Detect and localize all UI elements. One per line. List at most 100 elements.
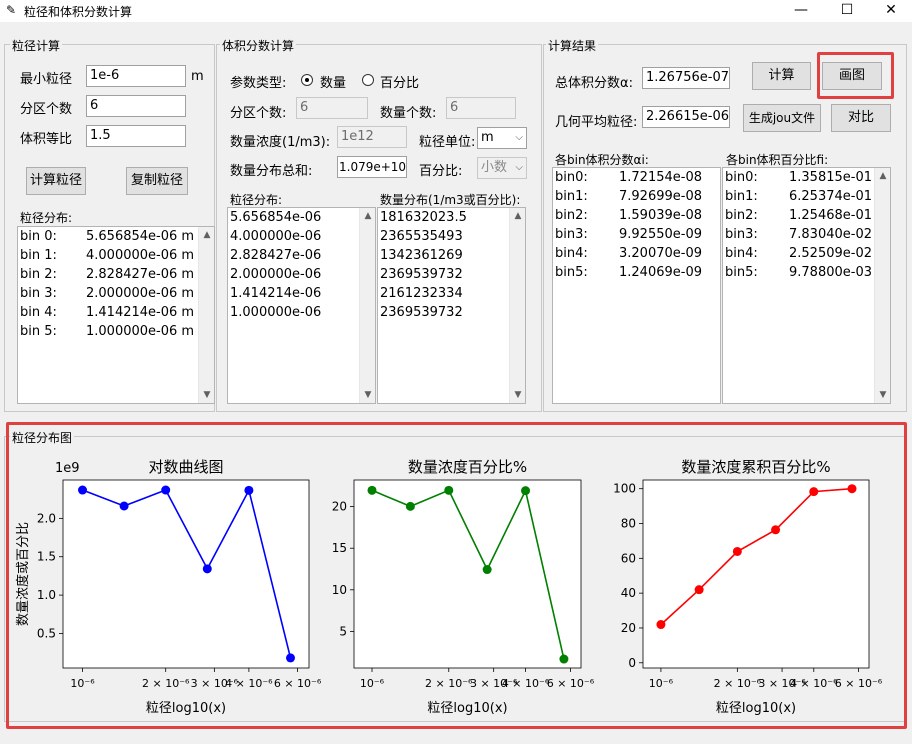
data-point — [244, 485, 254, 495]
bin-label: bin 3: — [20, 286, 57, 301]
maximize-button[interactable]: ☐ — [824, 0, 870, 22]
calc-size-button[interactable]: 计算粒径 — [26, 167, 86, 195]
y-tick-label: 2.0 — [37, 511, 56, 525]
list-item[interactable]: 1.000000e-06 — [228, 303, 375, 322]
bin-value: 2.828427e-06 — [230, 248, 322, 263]
generate-jou-button[interactable]: 生成jou文件 — [743, 104, 821, 132]
list-item[interactable]: 2.000000e-06 — [228, 265, 375, 284]
concentration-label: 数量浓度(1/m3): — [230, 135, 331, 150]
total-fraction-input[interactable]: 1.26756e-07 — [642, 67, 730, 89]
list-item[interactable]: 4.000000e-06 — [228, 227, 375, 246]
list-item[interactable]: bin1: 6.25374e-01 — [723, 187, 890, 206]
list-item[interactable]: bin4: 2.52509e-02 — [723, 244, 890, 263]
scroll-up-icon[interactable]: ▲ — [510, 208, 525, 224]
list-item[interactable]: 2161232334 — [378, 284, 525, 303]
partition-count-label: 分区个数 — [20, 102, 73, 117]
list-item[interactable]: bin 5: 1.000000e-06 m — [18, 322, 214, 341]
bin-label: bin 0: — [20, 229, 57, 244]
chart-title: 数量浓度百分比% — [408, 458, 527, 476]
feather-icon: ✎ — [6, 3, 17, 17]
list-item[interactable]: bin5: 9.78800e-03 — [723, 263, 890, 282]
list-item[interactable]: 1342361269 — [378, 246, 525, 265]
data-point — [694, 585, 704, 595]
scrollbar[interactable]: ▲ ▼ — [509, 208, 525, 403]
list-item[interactable]: bin 2: 2.828427e-06 m — [18, 265, 214, 284]
x-tick-label: 4 × 10⁻⁶ — [225, 677, 273, 690]
radio-percent-label[interactable]: 百分比 — [380, 72, 419, 91]
radio-percent[interactable] — [362, 74, 374, 86]
list-item[interactable]: 2365535493 — [378, 227, 525, 246]
list-item[interactable]: 2369539732 — [378, 265, 525, 284]
plot-area — [62, 479, 310, 669]
scrollbar[interactable]: ▲ ▼ — [359, 208, 375, 403]
plot-canvas: 对数曲线图粒径log10(x) 数量浓度或百分比 1e9 0.5 1.0 1.5 2.0 10… — [15, 458, 883, 716]
radio-quantity[interactable] — [301, 74, 313, 86]
scroll-down-icon[interactable]: ▼ — [875, 387, 890, 403]
scroll-up-icon[interactable]: ▲ — [360, 208, 375, 224]
radio-quantity-label[interactable]: 数量 — [320, 72, 346, 91]
list-item[interactable]: bin 1: 4.000000e-06 m — [18, 246, 214, 265]
list-item[interactable]: bin4: 3.20070e-09 — [553, 244, 720, 263]
window-title: 粒径和体积分数计算 — [24, 5, 133, 19]
bin-value: 2.52509e-02 — [789, 246, 872, 261]
scroll-down-icon[interactable]: ▼ — [510, 387, 525, 403]
concentration-input[interactable]: 1e12 — [337, 126, 407, 148]
list-item[interactable]: bin0: 1.35815e-01 — [723, 168, 890, 187]
x-axis-label: 粒径log10(x) — [427, 701, 507, 716]
data-point — [405, 501, 415, 511]
scroll-up-icon[interactable]: ▲ — [875, 168, 890, 184]
dist-sum-label: 数量分布总和: — [230, 164, 313, 179]
count-input[interactable]: 6 — [446, 97, 516, 119]
scroll-down-icon[interactable]: ▼ — [360, 387, 375, 403]
chart-title: 数量浓度累积百分比% — [681, 458, 830, 476]
list-item[interactable]: bin 4: 1.414214e-06 m — [18, 303, 214, 322]
list-item[interactable]: bin3: 9.92550e-09 — [553, 225, 720, 244]
percent-value: 小数 — [481, 160, 508, 175]
list-item[interactable]: bin2: 1.59039e-08 — [553, 206, 720, 225]
list-item[interactable]: bin2: 1.25468e-01 — [723, 206, 890, 225]
size-unit-select[interactable]: m ⌵ — [477, 127, 527, 149]
bin-value: 7.92699e-08 — [619, 189, 702, 204]
close-button[interactable]: ✕ — [868, 0, 912, 22]
plot-button-highlight — [817, 52, 894, 99]
dist-sum-input[interactable]: 1.079e+10 — [337, 156, 407, 178]
compare-button[interactable]: 对比 — [831, 104, 891, 132]
scrollbar[interactable]: ▲ ▼ — [874, 168, 890, 403]
geo-mean-input[interactable]: 2.26615e-06 — [642, 106, 730, 128]
mid-size-list[interactable]: 5.656854e-06 4.000000e-06 2.828427e-06 2.00… — [227, 207, 376, 404]
list-item[interactable]: bin1: 7.92699e-08 — [553, 187, 720, 206]
minimize-button[interactable]: — — [778, 0, 824, 22]
list-item[interactable]: bin0: 1.72154e-08 — [553, 168, 720, 187]
bin-value: 2369539732 — [380, 267, 463, 282]
bin-value: 2369539732 — [380, 305, 463, 320]
list-item[interactable]: bin 0: 5.656854e-06 m — [18, 227, 214, 246]
copy-size-button[interactable]: 复制粒径 — [126, 167, 188, 195]
plot-area — [642, 479, 870, 669]
bin-value: 1.000000e-06 m — [86, 324, 195, 339]
list-item[interactable]: bin 3: 2.000000e-06 m — [18, 284, 214, 303]
min-size-input[interactable]: 1e-6 — [86, 65, 186, 87]
data-point — [521, 486, 531, 496]
volume-ratio-input[interactable]: 1.5 — [86, 125, 186, 147]
bin-value: 5.656854e-06 — [230, 210, 322, 225]
data-point — [285, 653, 295, 663]
scroll-up-icon[interactable]: ▲ — [199, 227, 214, 243]
calc-button[interactable]: 计算 — [752, 62, 811, 90]
list-item[interactable]: bin3: 7.83040e-02 — [723, 225, 890, 244]
mid-partition-input[interactable]: 6 — [296, 97, 368, 119]
scrollbar[interactable]: ▲ ▼ — [198, 227, 214, 403]
scroll-down-icon[interactable]: ▼ — [199, 387, 214, 403]
bin-percent-list[interactable]: bin0: 1.35815e-01 bin1: 6.25374e-01 bin2: 1.2… — [722, 167, 891, 404]
num-dist-list[interactable]: 181632023.5 2365535493 1342361269 236953973… — [377, 207, 526, 404]
list-item[interactable]: bin5: 1.24069e-09 — [553, 263, 720, 282]
list-item[interactable]: 2.828427e-06 — [228, 246, 375, 265]
list-item[interactable]: 181632023.5 — [378, 208, 525, 227]
bin-alpha-list[interactable]: bin0: 1.72154e-08 bin1: 7.92699e-08 bin2: 1.5… — [552, 167, 721, 404]
list-item[interactable]: 1.414214e-06 — [228, 284, 375, 303]
percent-select[interactable]: 小数 ⌵ — [477, 157, 527, 179]
size-dist-list[interactable]: bin 0: 5.656854e-06 m bin 1: 4.000000e-06 m… — [17, 226, 215, 404]
data-point — [656, 620, 666, 630]
partition-count-input[interactable]: 6 — [86, 95, 186, 117]
list-item[interactable]: 5.656854e-06 — [228, 208, 375, 227]
list-item[interactable]: 2369539732 — [378, 303, 525, 322]
